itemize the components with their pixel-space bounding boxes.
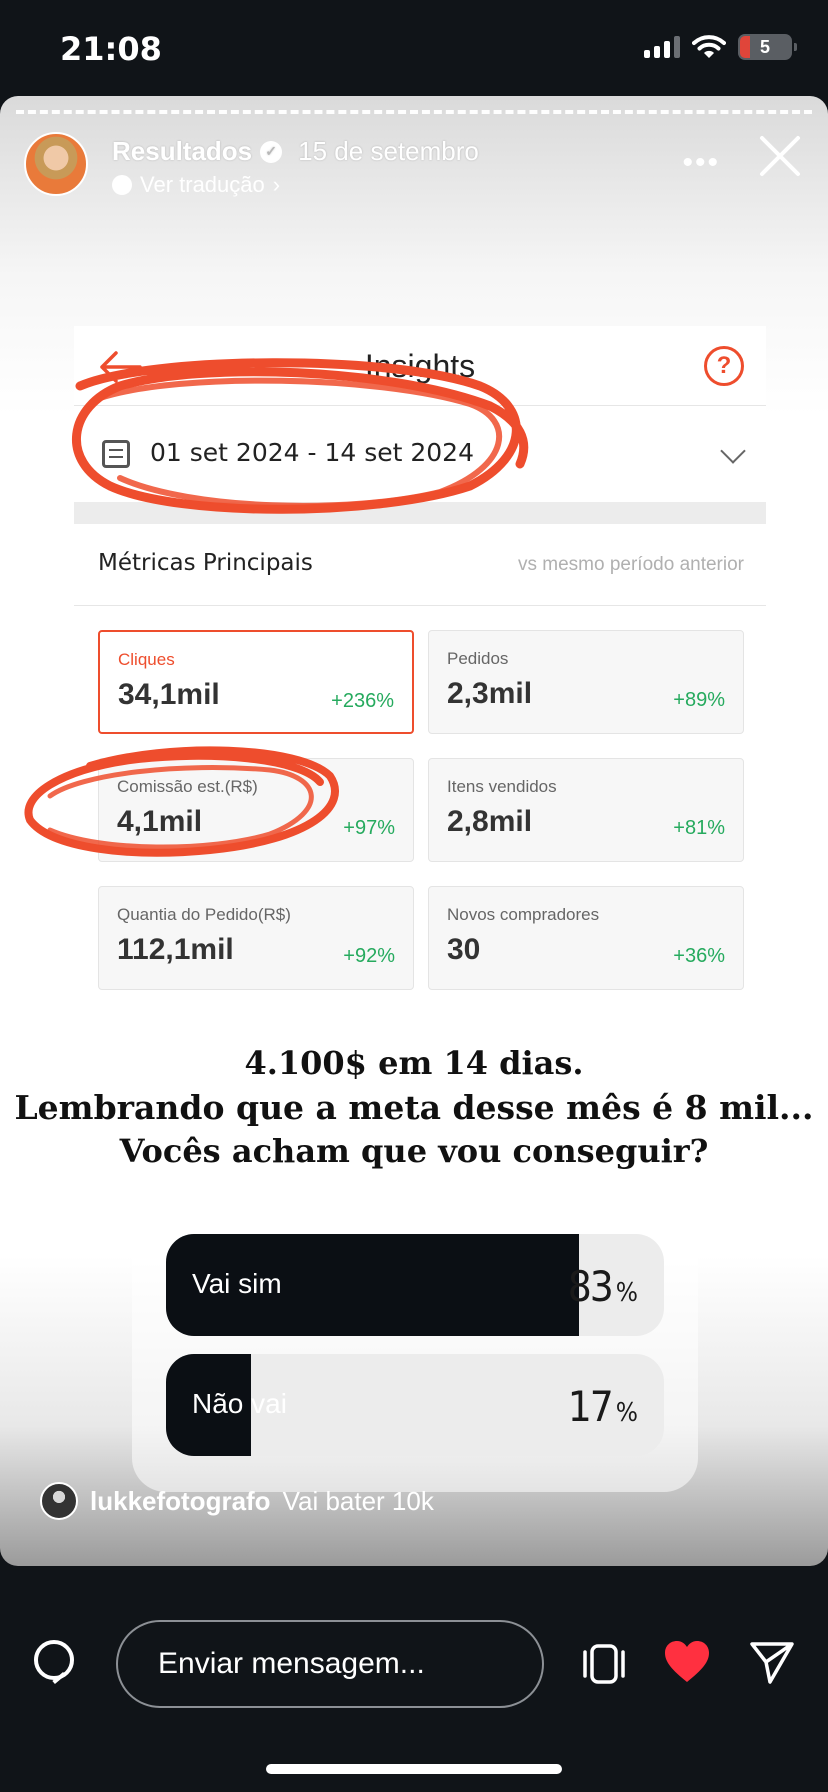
story-avatar[interactable]	[24, 132, 88, 196]
metric-value: 30	[447, 933, 481, 966]
metric-delta: +236%	[331, 690, 394, 712]
search-icon[interactable]	[34, 1640, 74, 1680]
comment-text: Vai bater 10k	[282, 1485, 434, 1516]
chevron-down-icon	[720, 438, 746, 464]
cellular-signal-icon	[644, 36, 680, 58]
metric-delta: +89%	[673, 689, 725, 711]
poll-option-percent: 17%	[567, 1382, 638, 1431]
boomerang-icon[interactable]	[580, 1642, 628, 1686]
divider	[74, 502, 766, 524]
story-header: Resultados ✓ 15 de setembro Ver tradução…	[24, 132, 804, 202]
story-caption-line2: Lembrando que a meta desse mês é 8 mil..…	[14, 1088, 814, 1127]
metric-value: 2,3mil	[447, 677, 533, 710]
metric-card-orders: Pedidos 2,3mil +89%	[428, 630, 744, 734]
metric-value: 34,1mil	[118, 678, 220, 711]
insights-title: Insights	[364, 348, 476, 384]
metric-label: Comissão est.(R$)	[117, 777, 258, 796]
metric-label: Quantia do Pedido(R$)	[117, 905, 291, 924]
wifi-icon	[692, 35, 726, 58]
insights-topbar: Insights ?	[74, 326, 766, 406]
home-indicator	[266, 1764, 562, 1774]
poll-option-label: Vai sim	[192, 1268, 282, 1299]
story-user[interactable]: Resultados ✓ 15 de setembro	[112, 136, 479, 167]
metrics-grid: Cliques 34,1mil +236% Pedidos 2,3mil +89…	[98, 630, 744, 990]
story-caption-line1: 4.100$ em 14 dias.	[244, 1044, 584, 1082]
metric-card-commission: Comissão est.(R$) 4,1mil +97%	[98, 758, 414, 862]
metric-card-items-sold: Itens vendidos 2,8mil +81%	[428, 758, 744, 862]
story-caption-line3: Vocês acham que vou conseguir?	[119, 1132, 709, 1170]
metric-label: Pedidos	[447, 649, 509, 668]
comment-username[interactable]: lukkefotografo	[90, 1486, 271, 1517]
story-username[interactable]: Resultados	[112, 136, 252, 167]
insights-screenshot: Insights ? 01 set 2024 - 14 set 2024 Mét…	[74, 326, 766, 1016]
date-range: 01 set 2024 - 14 set 2024	[150, 438, 474, 467]
poll-label-text: Não vai	[192, 1388, 287, 1419]
metric-delta: +92%	[343, 945, 395, 967]
translate-icon	[112, 175, 132, 195]
metrics-comparison: vs mesmo período anterior	[518, 554, 744, 575]
verified-badge-icon: ✓	[260, 140, 283, 163]
message-input[interactable]	[116, 1620, 544, 1708]
metrics-header: Métricas Principais vs mesmo período ant…	[74, 524, 766, 606]
poll-option-label: Não vai	[192, 1388, 287, 1420]
story-comment: lukkefotografo Vai bater 10k	[40, 1482, 434, 1520]
heart-icon[interactable]	[662, 1638, 712, 1686]
battery-icon: 5	[738, 34, 797, 60]
more-options-icon[interactable]: •••	[682, 146, 720, 180]
chevron-right-icon: ›	[272, 172, 281, 197]
poll-sticker: Vai sim 83% Não vai 17%	[132, 1202, 698, 1492]
calendar-icon	[102, 440, 130, 468]
story-viewer[interactable]: Resultados ✓ 15 de setembro Ver tradução…	[0, 96, 828, 1566]
metric-label: Novos compradores	[447, 905, 600, 924]
metric-delta: +81%	[673, 817, 725, 839]
comment-avatar[interactable]	[40, 1482, 78, 1520]
metric-value: 4,1mil	[117, 805, 203, 838]
story-progress-bar	[16, 110, 812, 114]
status-time: 21:08	[60, 30, 162, 68]
metric-card-clicks: Cliques 34,1mil +236%	[98, 630, 414, 734]
metric-value: 2,8mil	[447, 805, 533, 838]
translate-label[interactable]: Ver tradução	[140, 172, 265, 198]
metric-label: Cliques	[118, 650, 175, 669]
metric-value: 112,1mil	[117, 933, 234, 966]
status-icons: 5	[644, 34, 797, 60]
send-icon[interactable]	[748, 1638, 796, 1686]
metric-delta: +36%	[673, 945, 725, 967]
close-icon[interactable]	[756, 132, 804, 180]
help-icon: ?	[704, 346, 744, 386]
poll-option-no[interactable]: Não vai 17%	[166, 1354, 664, 1456]
translate-link[interactable]: Ver tradução ›	[112, 172, 280, 198]
metric-card-new-buyers: Novos compradores 30 +36%	[428, 886, 744, 990]
metric-label: Itens vendidos	[447, 777, 557, 796]
date-range-selector: 01 set 2024 - 14 set 2024	[74, 406, 766, 502]
metric-delta: +97%	[343, 817, 395, 839]
story-date: 15 de setembro	[298, 136, 479, 166]
reply-bar	[0, 1566, 828, 1792]
poll-option-yes[interactable]: Vai sim 83%	[166, 1234, 664, 1336]
status-bar: 21:08 5	[0, 0, 828, 96]
battery-level: 5	[759, 36, 770, 57]
metrics-title: Métricas Principais	[98, 550, 313, 576]
poll-option-percent: 83%	[567, 1262, 638, 1311]
metric-card-order-amount: Quantia do Pedido(R$) 112,1mil +92%	[98, 886, 414, 990]
